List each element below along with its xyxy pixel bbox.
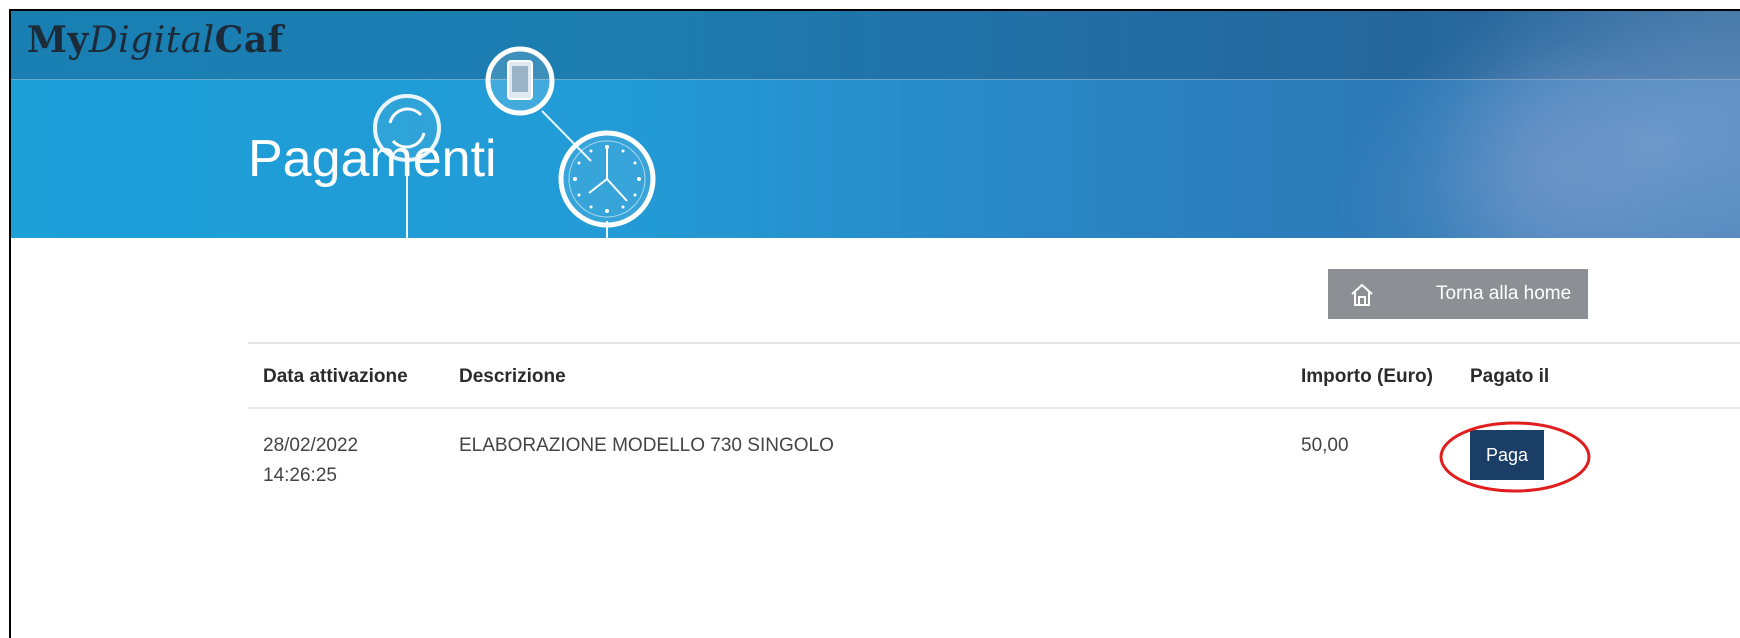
- highlight-ellipse: [1439, 421, 1591, 493]
- row-amount: 50,00: [1301, 435, 1349, 456]
- clock-icon: [558, 130, 656, 228]
- row-description: ELABORAZIONE MODELLO 730 SINGOLO: [459, 435, 834, 456]
- home-button[interactable]: Torna alla home: [1328, 269, 1588, 319]
- column-header-paid-on: Pagato il: [1470, 366, 1550, 387]
- table-divider-top: [248, 342, 1740, 344]
- column-header-date: Data attivazione: [263, 366, 408, 387]
- row-date: 28/02/2022: [263, 435, 359, 456]
- home-button-label: Torna alla home: [1436, 283, 1572, 304]
- home-icon: [1351, 283, 1373, 306]
- table-divider: [248, 407, 1740, 409]
- page-title: Pagamenti: [248, 130, 497, 188]
- row-time: 14:26:25: [263, 465, 337, 486]
- app-frame: MyDigitalCaf Pagamenti Torna alla home D…: [9, 9, 1740, 638]
- hero-banner: MyDigitalCaf Pagamenti: [11, 11, 1740, 238]
- column-header-amount: Importo (Euro): [1301, 366, 1433, 387]
- phone-icon: [485, 46, 555, 116]
- column-header-description: Descrizione: [459, 366, 566, 387]
- hero-background-shape: [1431, 41, 1691, 238]
